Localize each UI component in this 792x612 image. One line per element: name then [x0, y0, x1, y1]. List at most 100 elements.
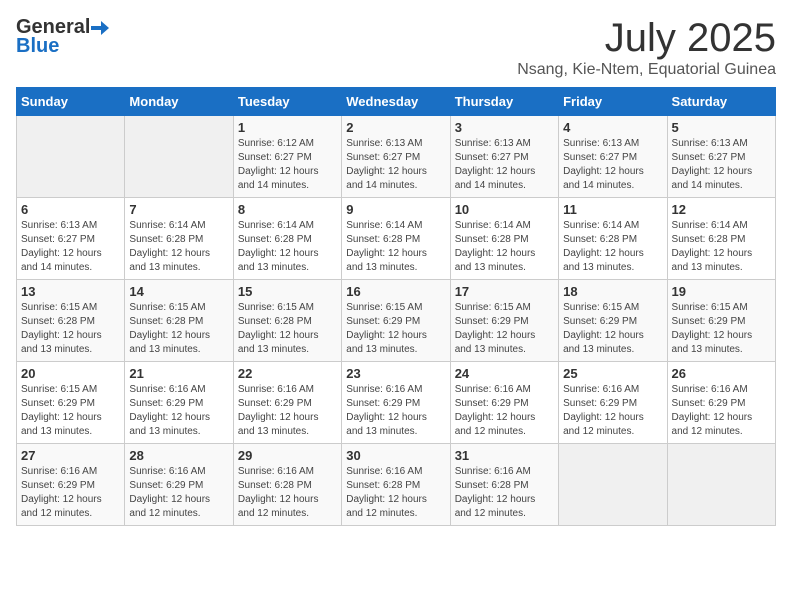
day-info: Sunrise: 6:15 AM Sunset: 6:29 PM Dayligh… — [346, 301, 445, 357]
day-info: Sunrise: 6:16 AM Sunset: 6:29 PM Dayligh… — [21, 465, 120, 521]
day-info: Sunrise: 6:16 AM Sunset: 6:29 PM Dayligh… — [346, 383, 445, 439]
day-number: 7 — [129, 202, 228, 217]
day-number: 28 — [129, 448, 228, 463]
logo-blue: Blue — [16, 35, 59, 58]
calendar-cell: 3 Sunrise: 6:13 AM Sunset: 6:27 PM Daylig… — [450, 116, 558, 198]
day-of-week-header: Wednesday — [342, 88, 450, 116]
day-info: Sunrise: 6:12 AM Sunset: 6:27 PM Dayligh… — [238, 137, 337, 193]
location-title: Nsang, Kie-Ntem, Equatorial Guinea — [517, 61, 776, 79]
day-of-week-header: Friday — [559, 88, 667, 116]
logo: General Blue — [16, 16, 110, 58]
day-number: 22 — [238, 366, 337, 381]
calendar-table: SundayMondayTuesdayWednesdayThursdayFrid… — [16, 87, 776, 526]
day-number: 30 — [346, 448, 445, 463]
calendar-cell: 9Sunrise: 6:14 AM Sunset: 6:28 PM Daylig… — [342, 198, 450, 280]
day-info: Sunrise: 6:14 AM Sunset: 6:28 PM Dayligh… — [238, 219, 337, 275]
day-number: 13 — [21, 284, 120, 299]
day-number: 3 — [455, 120, 554, 135]
day-number: 16 — [346, 284, 445, 299]
day-number: 8 — [238, 202, 337, 217]
week-row: 6Sunrise: 6:13 AM Sunset: 6:27 PM Daylig… — [17, 198, 776, 280]
day-number: 17 — [455, 284, 554, 299]
calendar-cell: 6Sunrise: 6:13 AM Sunset: 6:27 PM Daylig… — [17, 198, 125, 280]
day-number: 24 — [455, 366, 554, 381]
calendar-cell: 30 Sunrise: 6:16 AM Sunset: 6:28 PM Dayli… — [342, 444, 450, 526]
header: General Blue July 2025 Nsang, Kie-Ntem, … — [16, 16, 776, 79]
day-info: Sunrise: 6:14 AM Sunset: 6:28 PM Dayligh… — [129, 219, 228, 275]
day-info: Sunrise: 6:15 AM Sunset: 6:29 PM Dayligh… — [672, 301, 771, 357]
calendar-cell: 20 Sunrise: 6:15 AM Sunset: 6:29 PM Dayli… — [17, 362, 125, 444]
calendar-cell: 29Sunrise: 6:16 AM Sunset: 6:28 PM Dayli… — [233, 444, 341, 526]
day-number: 31 — [455, 448, 554, 463]
week-row: 13 Sunrise: 6:15 AM Sunset: 6:28 PM Dayli… — [17, 280, 776, 362]
calendar-cell: 22 Sunrise: 6:16 AM Sunset: 6:29 PM Dayli… — [233, 362, 341, 444]
day-number: 10 — [455, 202, 554, 217]
calendar-cell: 31 Sunrise: 6:16 AM Sunset: 6:28 PM Dayli… — [450, 444, 558, 526]
calendar-cell: 5 Sunrise: 6:13 AM Sunset: 6:27 PM Daylig… — [667, 116, 775, 198]
calendar-cell: 14 Sunrise: 6:15 AM Sunset: 6:28 PM Dayli… — [125, 280, 233, 362]
day-number: 2 — [346, 120, 445, 135]
calendar-cell: 4 Sunrise: 6:13 AM Sunset: 6:27 PM Daylig… — [559, 116, 667, 198]
week-row: 20 Sunrise: 6:15 AM Sunset: 6:29 PM Dayli… — [17, 362, 776, 444]
calendar-cell: 12 Sunrise: 6:14 AM Sunset: 6:28 PM Dayli… — [667, 198, 775, 280]
title-area: July 2025 Nsang, Kie-Ntem, Equatorial Gu… — [517, 16, 776, 79]
day-number: 26 — [672, 366, 771, 381]
day-number: 20 — [21, 366, 120, 381]
day-info: Sunrise: 6:16 AM Sunset: 6:29 PM Dayligh… — [129, 465, 228, 521]
day-number: 14 — [129, 284, 228, 299]
day-number: 12 — [672, 202, 771, 217]
day-info: Sunrise: 6:13 AM Sunset: 6:27 PM Dayligh… — [563, 137, 662, 193]
day-info: Sunrise: 6:14 AM Sunset: 6:28 PM Dayligh… — [563, 219, 662, 275]
day-number: 9 — [346, 202, 445, 217]
day-number: 4 — [563, 120, 662, 135]
day-info: Sunrise: 6:16 AM Sunset: 6:29 PM Dayligh… — [563, 383, 662, 439]
day-of-week-header: Monday — [125, 88, 233, 116]
month-title: July 2025 — [517, 16, 776, 61]
day-info: Sunrise: 6:13 AM Sunset: 6:27 PM Dayligh… — [672, 137, 771, 193]
calendar-cell: 17Sunrise: 6:15 AM Sunset: 6:29 PM Dayli… — [450, 280, 558, 362]
day-number: 29 — [238, 448, 337, 463]
day-info: Sunrise: 6:13 AM Sunset: 6:27 PM Dayligh… — [455, 137, 554, 193]
day-of-week-header: Thursday — [450, 88, 558, 116]
day-info: Sunrise: 6:15 AM Sunset: 6:28 PM Dayligh… — [21, 301, 120, 357]
day-info: Sunrise: 6:16 AM Sunset: 6:28 PM Dayligh… — [346, 465, 445, 521]
calendar-cell: 26Sunrise: 6:16 AM Sunset: 6:29 PM Dayli… — [667, 362, 775, 444]
day-number: 18 — [563, 284, 662, 299]
day-number: 25 — [563, 366, 662, 381]
calendar-cell: 19Sunrise: 6:15 AM Sunset: 6:29 PM Dayli… — [667, 280, 775, 362]
day-info: Sunrise: 6:16 AM Sunset: 6:29 PM Dayligh… — [129, 383, 228, 439]
day-of-week-header: Sunday — [17, 88, 125, 116]
day-info: Sunrise: 6:15 AM Sunset: 6:28 PM Dayligh… — [238, 301, 337, 357]
calendar-cell: 2 Sunrise: 6:13 AM Sunset: 6:27 PM Daylig… — [342, 116, 450, 198]
calendar-cell: 28 Sunrise: 6:16 AM Sunset: 6:29 PM Dayli… — [125, 444, 233, 526]
week-row: 1 Sunrise: 6:12 AM Sunset: 6:27 PM Daylig… — [17, 116, 776, 198]
day-number: 5 — [672, 120, 771, 135]
calendar-cell: 23Sunrise: 6:16 AM Sunset: 6:29 PM Dayli… — [342, 362, 450, 444]
day-info: Sunrise: 6:15 AM Sunset: 6:28 PM Dayligh… — [129, 301, 228, 357]
calendar-cell: 27Sunrise: 6:16 AM Sunset: 6:29 PM Dayli… — [17, 444, 125, 526]
day-info: Sunrise: 6:14 AM Sunset: 6:28 PM Dayligh… — [672, 219, 771, 275]
logo-icon — [91, 21, 109, 35]
day-info: Sunrise: 6:16 AM Sunset: 6:29 PM Dayligh… — [238, 383, 337, 439]
calendar-cell: 18 Sunrise: 6:15 AM Sunset: 6:29 PM Dayli… — [559, 280, 667, 362]
day-info: Sunrise: 6:15 AM Sunset: 6:29 PM Dayligh… — [21, 383, 120, 439]
day-info: Sunrise: 6:13 AM Sunset: 6:27 PM Dayligh… — [346, 137, 445, 193]
day-of-week-header: Tuesday — [233, 88, 341, 116]
calendar-cell: 13 Sunrise: 6:15 AM Sunset: 6:28 PM Dayli… — [17, 280, 125, 362]
day-info: Sunrise: 6:16 AM Sunset: 6:28 PM Dayligh… — [455, 465, 554, 521]
day-number: 1 — [238, 120, 337, 135]
calendar-cell — [125, 116, 233, 198]
day-info: Sunrise: 6:15 AM Sunset: 6:29 PM Dayligh… — [563, 301, 662, 357]
calendar-cell: 25 Sunrise: 6:16 AM Sunset: 6:29 PM Dayli… — [559, 362, 667, 444]
calendar-cell: 10Sunrise: 6:14 AM Sunset: 6:28 PM Dayli… — [450, 198, 558, 280]
day-info: Sunrise: 6:16 AM Sunset: 6:29 PM Dayligh… — [455, 383, 554, 439]
day-number: 15 — [238, 284, 337, 299]
calendar-cell: 16 Sunrise: 6:15 AM Sunset: 6:29 PM Dayli… — [342, 280, 450, 362]
calendar-cell: 11Sunrise: 6:14 AM Sunset: 6:28 PM Dayli… — [559, 198, 667, 280]
calendar-cell — [667, 444, 775, 526]
day-number: 21 — [129, 366, 228, 381]
calendar-cell: 7 Sunrise: 6:14 AM Sunset: 6:28 PM Daylig… — [125, 198, 233, 280]
week-row: 27Sunrise: 6:16 AM Sunset: 6:29 PM Dayli… — [17, 444, 776, 526]
calendar-cell — [559, 444, 667, 526]
days-header-row: SundayMondayTuesdayWednesdayThursdayFrid… — [17, 88, 776, 116]
